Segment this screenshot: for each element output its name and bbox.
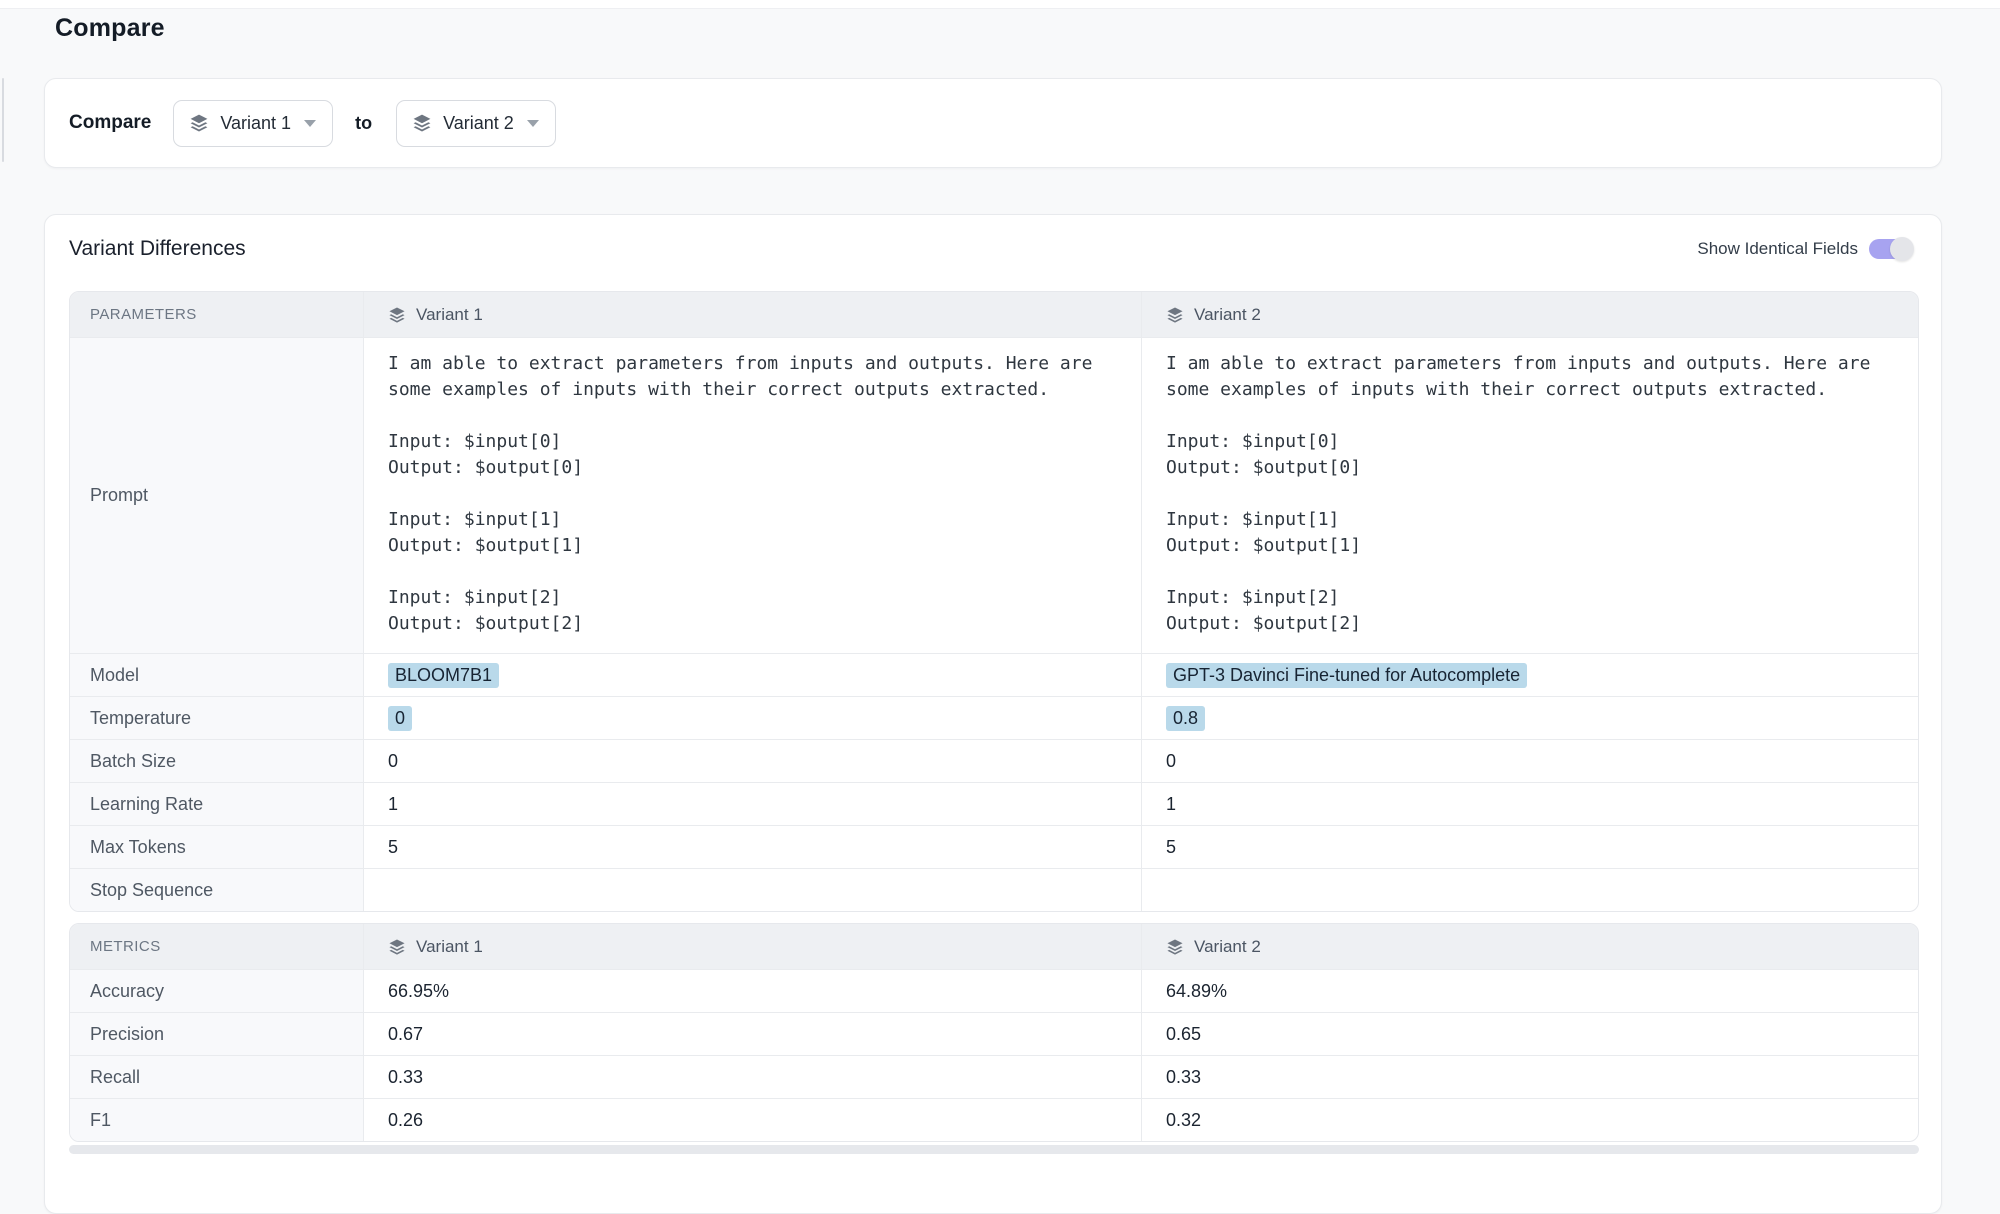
variant-2-accuracy-value: 64.89% [1166,981,1227,1002]
layers-icon [189,113,209,133]
row-label: Prompt [90,485,148,506]
variant-2-selector-label: Variant 2 [443,113,514,134]
chevron-down-icon [527,120,539,127]
toggle-knob [1890,237,1914,261]
variant-1-column-header: Variant 1 [416,937,483,957]
variant-1-selector[interactable]: Variant 1 [173,100,333,147]
table-row-model: Model BLOOM7B1 GPT-3 Davinci Fine-tuned … [70,653,1918,696]
variant-1-prompt-value: I am able to extract parameters from inp… [388,351,1092,637]
variant-1-max-tokens-value: 5 [388,837,398,858]
compare-label: Compare [69,112,151,134]
table-row-f1: F1 0.26 0.32 [70,1098,1918,1141]
variant-2-precision-value: 0.65 [1166,1024,1201,1045]
variant-2-recall-value: 0.33 [1166,1067,1201,1088]
variant-1-selector-label: Variant 1 [220,113,291,134]
compare-bar: Compare Variant 1 to Variant 2 [44,78,1942,168]
row-label: Max Tokens [90,837,186,858]
metrics-table: METRICS Variant 1 Variant 2 Accuracy 66.… [69,923,1919,1142]
page-title: Compare [55,14,165,43]
table-row-temperature: Temperature 0 0.8 [70,696,1918,739]
variant-2-model-value: GPT-3 Davinci Fine-tuned for Autocomplet… [1166,663,1527,688]
row-label: F1 [90,1110,111,1131]
table-row-precision: Precision 0.67 0.65 [70,1012,1918,1055]
variant-1-column-header: Variant 1 [416,305,483,325]
table-row-accuracy: Accuracy 66.95% 64.89% [70,969,1918,1012]
row-label: Temperature [90,708,191,729]
layers-icon [412,113,432,133]
variant-2-prompt-value: I am able to extract parameters from inp… [1166,351,1870,637]
variant-1-recall-value: 0.33 [388,1067,423,1088]
show-identical-fields-toggle[interactable] [1869,239,1911,259]
table-row-batch-size: Batch Size 0 0 [70,739,1918,782]
chevron-down-icon [304,120,316,127]
table-row-stop-sequence: Stop Sequence [70,868,1918,911]
variant-1-batch-size-value: 0 [388,751,398,772]
row-label: Learning Rate [90,794,203,815]
variant-1-f1-value: 0.26 [388,1110,423,1131]
layers-icon [388,938,406,956]
variant-2-f1-value: 0.32 [1166,1110,1201,1131]
variant-2-column-header: Variant 2 [1194,937,1261,957]
variant-differences-title: Variant Differences [69,237,246,261]
row-label: Recall [90,1067,140,1088]
table-row-learning-rate: Learning Rate 1 1 [70,782,1918,825]
row-label: Batch Size [90,751,176,772]
horizontal-scrollbar[interactable] [69,1145,1919,1154]
row-label: Stop Sequence [90,880,213,901]
variant-2-batch-size-value: 0 [1166,751,1176,772]
variant-2-selector[interactable]: Variant 2 [396,100,556,147]
variant-2-max-tokens-value: 5 [1166,837,1176,858]
parameters-table-header: PARAMETERS Variant 1 Variant 2 [70,292,1918,337]
variant-1-model-value: BLOOM7B1 [388,663,499,688]
variant-2-learning-rate-value: 1 [1166,794,1176,815]
table-row-max-tokens: Max Tokens 5 5 [70,825,1918,868]
layers-icon [388,306,406,324]
variant-1-precision-value: 0.67 [388,1024,423,1045]
table-row-prompt: Prompt I am able to extract parameters f… [70,337,1918,653]
row-label: Accuracy [90,981,164,1002]
to-label: to [355,113,372,134]
metrics-table-header: METRICS Variant 1 Variant 2 [70,924,1918,969]
show-identical-fields-label: Show Identical Fields [1697,239,1858,259]
variant-2-column-header: Variant 2 [1194,305,1261,325]
layers-icon [1166,938,1184,956]
parameters-table: PARAMETERS Variant 1 Variant 2 Prompt I … [69,291,1919,912]
variant-1-learning-rate-value: 1 [388,794,398,815]
row-label: Model [90,665,139,686]
variant-1-accuracy-value: 66.95% [388,981,449,1002]
offscreen-panel-edge [2,78,4,162]
variant-differences-card: Variant Differences Show Identical Field… [44,214,1942,1214]
show-identical-fields-control: Show Identical Fields [1697,239,1911,259]
parameters-header-label: PARAMETERS [90,306,197,323]
layers-icon [1166,306,1184,324]
variant-2-temperature-value: 0.8 [1166,706,1205,731]
variant-1-temperature-value: 0 [388,706,412,731]
metrics-header-label: METRICS [90,938,161,955]
row-label: Precision [90,1024,164,1045]
table-row-recall: Recall 0.33 0.33 [70,1055,1918,1098]
top-divider [0,0,2000,9]
